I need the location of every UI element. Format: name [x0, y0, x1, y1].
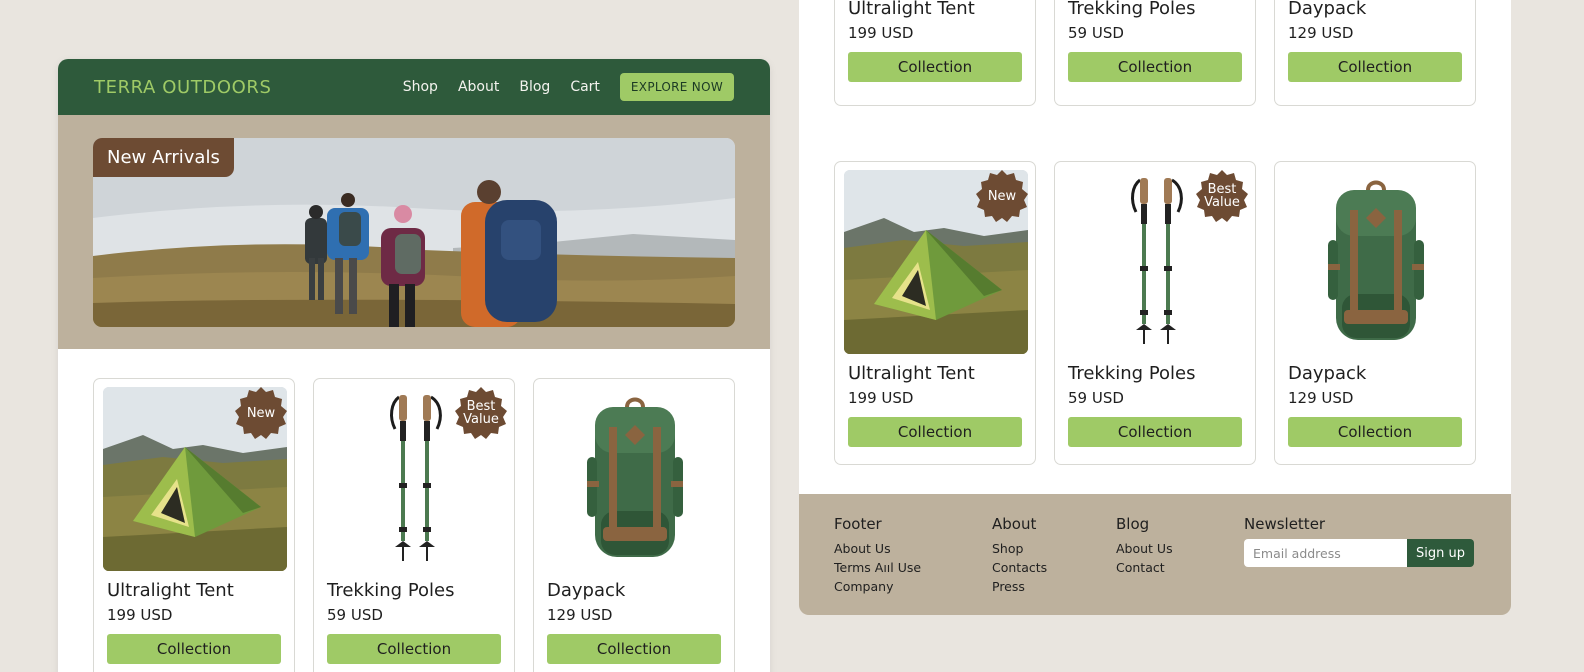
collection-button[interactable]: Collection	[848, 417, 1022, 447]
newsletter-form: Sign up	[1244, 539, 1474, 567]
new-badge: New	[235, 387, 287, 439]
explore-now-button[interactable]: EXPLORE NOW	[619, 73, 734, 101]
footer-link-contact[interactable]: Contact	[1116, 558, 1173, 577]
product-card-trekking-poles[interactable]: Trekking Poles 59 USD Collection	[1054, 0, 1256, 106]
footer-link-company[interactable]: Company	[834, 577, 921, 596]
product-price: 129 USD	[1288, 24, 1354, 42]
product-card-ultralight-tent[interactable]: Ultralight Tent 199 USD Collection	[834, 0, 1036, 106]
footer-column-blog: Blog About Us Contact	[1116, 515, 1173, 577]
brand-logo[interactable]: TERRA OUTDOORS	[94, 77, 403, 98]
product-name[interactable]: Daypack	[1288, 0, 1462, 19]
collection-button[interactable]: Collection	[1288, 417, 1462, 447]
product-price: 59 USD	[1068, 389, 1124, 407]
collection-button[interactable]: Collection	[107, 634, 281, 664]
footer-newsletter: Newsletter Sign up	[1244, 515, 1474, 567]
product-price: 59 USD	[327, 606, 383, 624]
product-grid: New Ultralight Tent 199 USD Collection B…	[93, 378, 735, 672]
product-card-trekking-poles[interactable]: Best Value Trekking Poles 59 USD Collecti…	[313, 378, 515, 672]
footer-column-title: About	[992, 515, 1037, 533]
product-image-tent[interactable]: New	[103, 387, 287, 571]
sign-up-button[interactable]: Sign up	[1407, 539, 1474, 567]
product-price: 129 USD	[1288, 389, 1354, 407]
product-name[interactable]: Ultralight Tent	[848, 0, 1022, 19]
collection-button[interactable]: Collection	[1288, 52, 1462, 82]
product-price: 199 USD	[848, 24, 914, 42]
product-name[interactable]: Ultralight Tent	[848, 363, 1022, 384]
products-page-panel: Ultralight Tent 199 USD Collection Trekk…	[799, 0, 1511, 504]
product-price: 199 USD	[848, 389, 914, 407]
new-badge: New	[976, 170, 1028, 222]
product-image-backpack[interactable]	[1284, 170, 1468, 354]
nav-link-shop[interactable]: Shop	[403, 79, 438, 95]
collection-button[interactable]: Collection	[1068, 417, 1242, 447]
product-name[interactable]: Daypack	[1288, 363, 1462, 384]
product-card-daypack[interactable]: Daypack 129 USD Collection	[533, 378, 735, 672]
product-card-trekking-poles[interactable]: Best Value Trekking Poles 59 USD Collecti…	[1054, 161, 1256, 465]
product-image-poles[interactable]: Best Value	[323, 387, 507, 571]
product-name[interactable]: Trekking Poles	[327, 580, 501, 601]
collection-button[interactable]: Collection	[327, 634, 501, 664]
collection-button[interactable]: Collection	[547, 634, 721, 664]
nav-link-cart[interactable]: Cart	[570, 79, 600, 95]
product-card-daypack[interactable]: Daypack 129 USD Collection	[1274, 0, 1476, 106]
top-navigation-bar: TERRA OUTDOORS Shop About Blog Cart EXPL…	[58, 59, 770, 115]
newsletter-title: Newsletter	[1244, 515, 1326, 533]
product-row-main: New Ultralight Tent 199 USD Collection B…	[834, 161, 1476, 465]
footer-column-footer: Footer About Us Terms Aııl Use Company	[834, 515, 921, 596]
footer-link-shop[interactable]: Shop	[992, 539, 1047, 558]
footer-column-about: About Shop Contacts Press	[992, 515, 1047, 596]
footer-link-about-us[interactable]: About Us	[1116, 539, 1173, 558]
footer-link-press[interactable]: Press	[992, 577, 1047, 596]
hero-banner-image: New Arrivals	[93, 138, 735, 327]
hero-section: New Arrivals	[58, 115, 770, 349]
collection-button[interactable]: Collection	[848, 52, 1022, 82]
homepage-panel: TERRA OUTDOORS Shop About Blog Cart EXPL…	[58, 59, 770, 672]
product-image-poles[interactable]: Best Value	[1064, 170, 1248, 354]
product-price: 199 USD	[107, 606, 173, 624]
footer-column-title: Blog	[1116, 515, 1150, 533]
product-price: 129 USD	[547, 606, 613, 624]
product-name[interactable]: Trekking Poles	[1068, 0, 1242, 19]
email-input[interactable]	[1244, 539, 1407, 567]
product-image-backpack[interactable]	[543, 387, 727, 571]
product-name[interactable]: Trekking Poles	[1068, 363, 1242, 384]
collection-button[interactable]: Collection	[1068, 52, 1242, 82]
product-price: 59 USD	[1068, 24, 1124, 42]
product-image-tent[interactable]: New	[844, 170, 1028, 354]
product-card-ultralight-tent[interactable]: New Ultralight Tent 199 USD Collection	[834, 161, 1036, 465]
nav-links: Shop About Blog Cart	[403, 79, 600, 95]
nav-link-about[interactable]: About	[458, 79, 499, 95]
best-value-badge: Best Value	[1196, 170, 1248, 222]
footer-link-terms[interactable]: Terms Aııl Use	[834, 558, 921, 577]
footer-link-contacts[interactable]: Contacts	[992, 558, 1047, 577]
new-arrivals-tag: New Arrivals	[93, 138, 234, 177]
product-card-daypack[interactable]: Daypack 129 USD Collection	[1274, 161, 1476, 465]
site-footer: Footer About Us Terms Aııl Use Company A…	[799, 494, 1511, 615]
product-card-ultralight-tent[interactable]: New Ultralight Tent 199 USD Collection	[93, 378, 295, 672]
product-row-top: Ultralight Tent 199 USD Collection Trekk…	[834, 0, 1476, 106]
product-name[interactable]: Ultralight Tent	[107, 580, 281, 601]
best-value-badge: Best Value	[455, 387, 507, 439]
nav-link-blog[interactable]: Blog	[519, 79, 550, 95]
footer-link-about-us[interactable]: About Us	[834, 539, 921, 558]
footer-column-title: Footer	[834, 515, 882, 533]
product-name[interactable]: Daypack	[547, 580, 721, 601]
